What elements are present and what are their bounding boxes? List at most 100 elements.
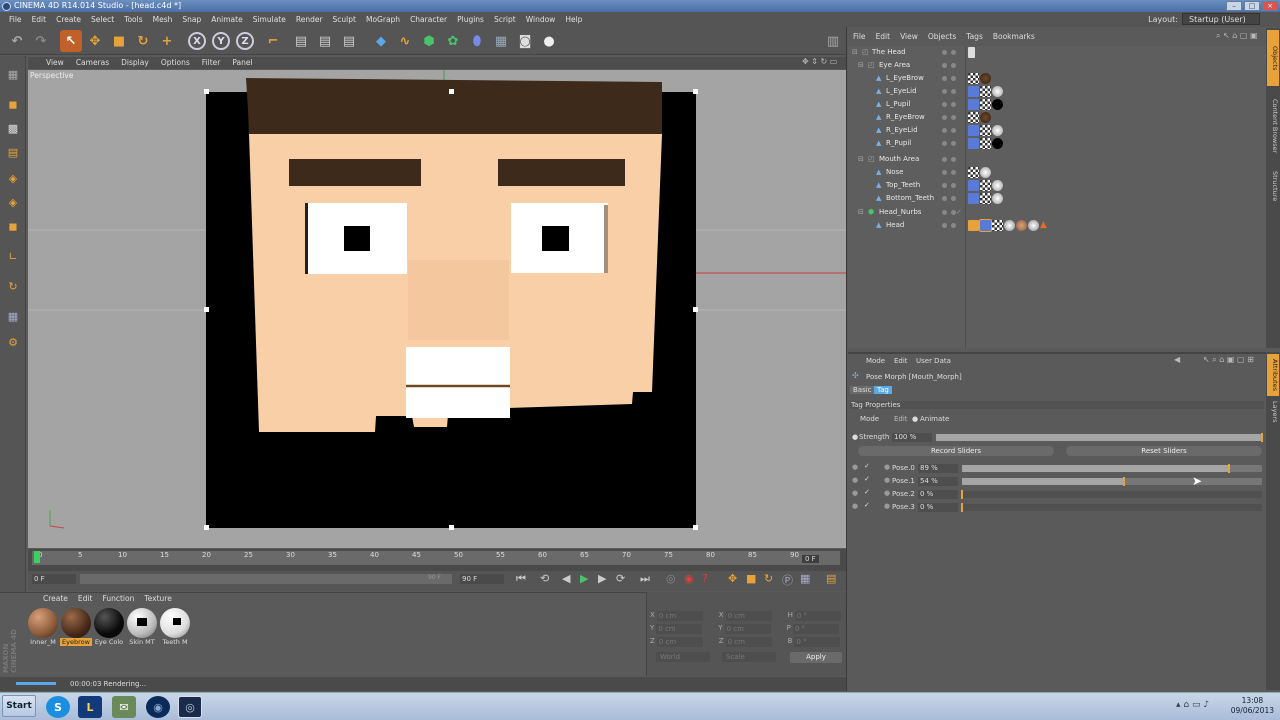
move-icon[interactable]: ✥: [84, 30, 106, 52]
objects-menu-tags[interactable]: Tags: [961, 31, 988, 42]
texture-tag-icon[interactable]: [980, 193, 991, 204]
coordinate-system-icon[interactable]: ⌐: [262, 30, 284, 52]
enabled-check-icon[interactable]: ✓: [956, 206, 962, 219]
material-tag-icon[interactable]: [1028, 220, 1039, 231]
rotation-h-field[interactable]: 0 °: [794, 611, 841, 621]
previous-key-icon[interactable]: ⟲: [540, 572, 549, 585]
menu-sculpt[interactable]: Sculpt: [328, 12, 361, 27]
pose3-slider[interactable]: [961, 503, 1262, 512]
menu-file[interactable]: File: [4, 12, 27, 27]
object-manager-search-icons[interactable]: ⌕ ↖ ⌂ ▢ ▣: [1216, 31, 1258, 41]
light-icon[interactable]: ●: [538, 30, 560, 52]
preview-range-slider[interactable]: [80, 574, 452, 584]
material-tag-icon[interactable]: [992, 193, 1003, 204]
menu-simulate[interactable]: Simulate: [248, 12, 291, 27]
perspective-viewport[interactable]: Perspective: [28, 70, 846, 548]
material-swatch-teeth[interactable]: [160, 608, 190, 638]
attr-tab-basic[interactable]: Basic: [850, 386, 875, 394]
object-row-head[interactable]: ▲ Head ▲: [848, 219, 1266, 232]
array-icon[interactable]: ✿: [442, 30, 464, 52]
rotation-key-icon[interactable]: ↻: [764, 572, 773, 585]
pose0-checkbox[interactable]: ✓: [864, 462, 870, 470]
objects-menu-objects[interactable]: Objects: [923, 31, 961, 42]
recent-tools-icon[interactable]: +: [156, 30, 178, 52]
timeline-window-icon[interactable]: ▤: [826, 572, 836, 585]
objects-menu-file[interactable]: File: [848, 31, 871, 42]
point-level-key-icon[interactable]: ▦: [800, 572, 810, 585]
deformer-icon[interactable]: ⬮: [466, 30, 488, 52]
pose3-field[interactable]: 0 %: [918, 503, 958, 512]
pose1-checkbox[interactable]: ✓: [864, 475, 870, 483]
scale-key-icon[interactable]: ■: [746, 572, 756, 585]
material-swatch-eye-color[interactable]: [94, 608, 124, 638]
texture-tag-icon[interactable]: [968, 167, 979, 178]
object-row-bottom-teeth[interactable]: ▲ Bottom_Teeth: [848, 192, 1266, 205]
world-dropdown[interactable]: World: [656, 652, 710, 662]
timeline-ruler[interactable]: 0 5 10 15 20 25 30 35 40 45 50 55 60 65 …: [32, 551, 840, 565]
pose-morph-tag-icon[interactable]: [968, 193, 979, 204]
floor-icon[interactable]: ▦: [490, 30, 512, 52]
menu-edit[interactable]: Edit: [27, 12, 52, 27]
menu-tools[interactable]: Tools: [119, 12, 147, 27]
next-key-icon[interactable]: ⟳: [616, 572, 625, 585]
mode-animate-radio-icon[interactable]: ●: [912, 415, 918, 423]
camera-icon[interactable]: ◙: [514, 30, 536, 52]
position-x-field[interactable]: 0 cm: [656, 611, 703, 621]
object-row-l-pupil[interactable]: ▲ L_Pupil: [848, 98, 1266, 111]
lock-workplane-icon[interactable]: ⚙: [3, 332, 23, 352]
go-to-start-icon[interactable]: ⏮: [516, 572, 526, 586]
material-tag-icon[interactable]: [992, 180, 1003, 191]
warning-tag-icon[interactable]: ▲: [1040, 220, 1051, 231]
pose2-field[interactable]: 0 %: [918, 490, 958, 499]
menu-help[interactable]: Help: [560, 12, 587, 27]
snapping-icon[interactable]: ▦: [3, 306, 23, 326]
cinema4d-taskbar-icon[interactable]: ◎: [178, 696, 202, 718]
objects-menu-edit[interactable]: Edit: [871, 31, 896, 42]
layout-toggle-icon[interactable]: ▥: [822, 30, 844, 52]
tab-attributes[interactable]: Attributes: [1267, 354, 1279, 396]
menu-render[interactable]: Render: [291, 12, 328, 27]
menu-window[interactable]: Window: [521, 12, 561, 27]
object-row-nose[interactable]: ▲ Nose: [848, 166, 1266, 179]
size-y-field[interactable]: 0 cm: [724, 624, 771, 634]
position-z-field[interactable]: 0 cm: [656, 637, 703, 647]
attr-menu-edit[interactable]: Edit: [894, 357, 908, 365]
edges-mode-icon[interactable]: ◈: [3, 192, 23, 212]
material-tag-icon[interactable]: [980, 112, 991, 123]
viewport-nav-icons[interactable]: ✥ ⇕ ↻ ▭: [802, 57, 837, 66]
menu-select[interactable]: Select: [86, 12, 119, 27]
pose2-checkbox[interactable]: ✓: [864, 488, 870, 496]
texture-mode-icon[interactable]: ▩: [3, 118, 23, 138]
attr-tab-tag[interactable]: Tag: [874, 386, 892, 394]
material-tag-icon[interactable]: [980, 73, 991, 84]
rotation-p-field[interactable]: 0 °: [792, 624, 839, 634]
rotation-b-field[interactable]: 0 °: [794, 637, 841, 647]
go-to-end-icon[interactable]: ⏭: [640, 572, 650, 586]
object-row-r-pupil[interactable]: ▲ R_Pupil: [848, 137, 1266, 150]
texture-tag-icon[interactable]: [980, 99, 991, 110]
position-key-icon[interactable]: ✥: [728, 572, 737, 585]
redo-icon[interactable]: ↷: [30, 30, 52, 52]
render-view-icon[interactable]: ▤: [290, 30, 312, 52]
material-tag-icon[interactable]: [1016, 220, 1027, 231]
subdivision-surface-icon[interactable]: ⬢: [418, 30, 440, 52]
axis-mode-icon[interactable]: ∟: [3, 246, 23, 266]
clock[interactable]: 13:08 09/06/2013: [1231, 696, 1274, 716]
timeline[interactable]: 0 5 10 15 20 25 30 35 40 45 50 55 60 65 …: [28, 549, 846, 571]
tab-layers[interactable]: Layers: [1267, 398, 1279, 426]
y-axis-lock-icon[interactable]: Y: [212, 32, 230, 50]
render-picture-viewer-icon[interactable]: ▤: [314, 30, 336, 52]
material-tag-icon[interactable]: [1004, 220, 1015, 231]
material-swatch-inner[interactable]: [28, 608, 58, 638]
menu-snap[interactable]: Snap: [177, 12, 206, 27]
material-tag-icon[interactable]: [992, 125, 1003, 136]
autokey-icon[interactable]: ◉: [684, 572, 694, 585]
material-menu-create[interactable]: Create: [40, 594, 71, 604]
layout-dropdown[interactable]: Startup (User): [1182, 13, 1260, 25]
object-row-mouth-area[interactable]: ⊟ ◰ Mouth Area: [848, 153, 1266, 166]
viewport-menu-options[interactable]: Options: [155, 57, 196, 69]
strength-slider[interactable]: [936, 433, 1263, 442]
x-axis-lock-icon[interactable]: X: [188, 32, 206, 50]
viewport-menu-panel[interactable]: Panel: [226, 57, 258, 69]
material-tag-icon[interactable]: [992, 138, 1003, 149]
